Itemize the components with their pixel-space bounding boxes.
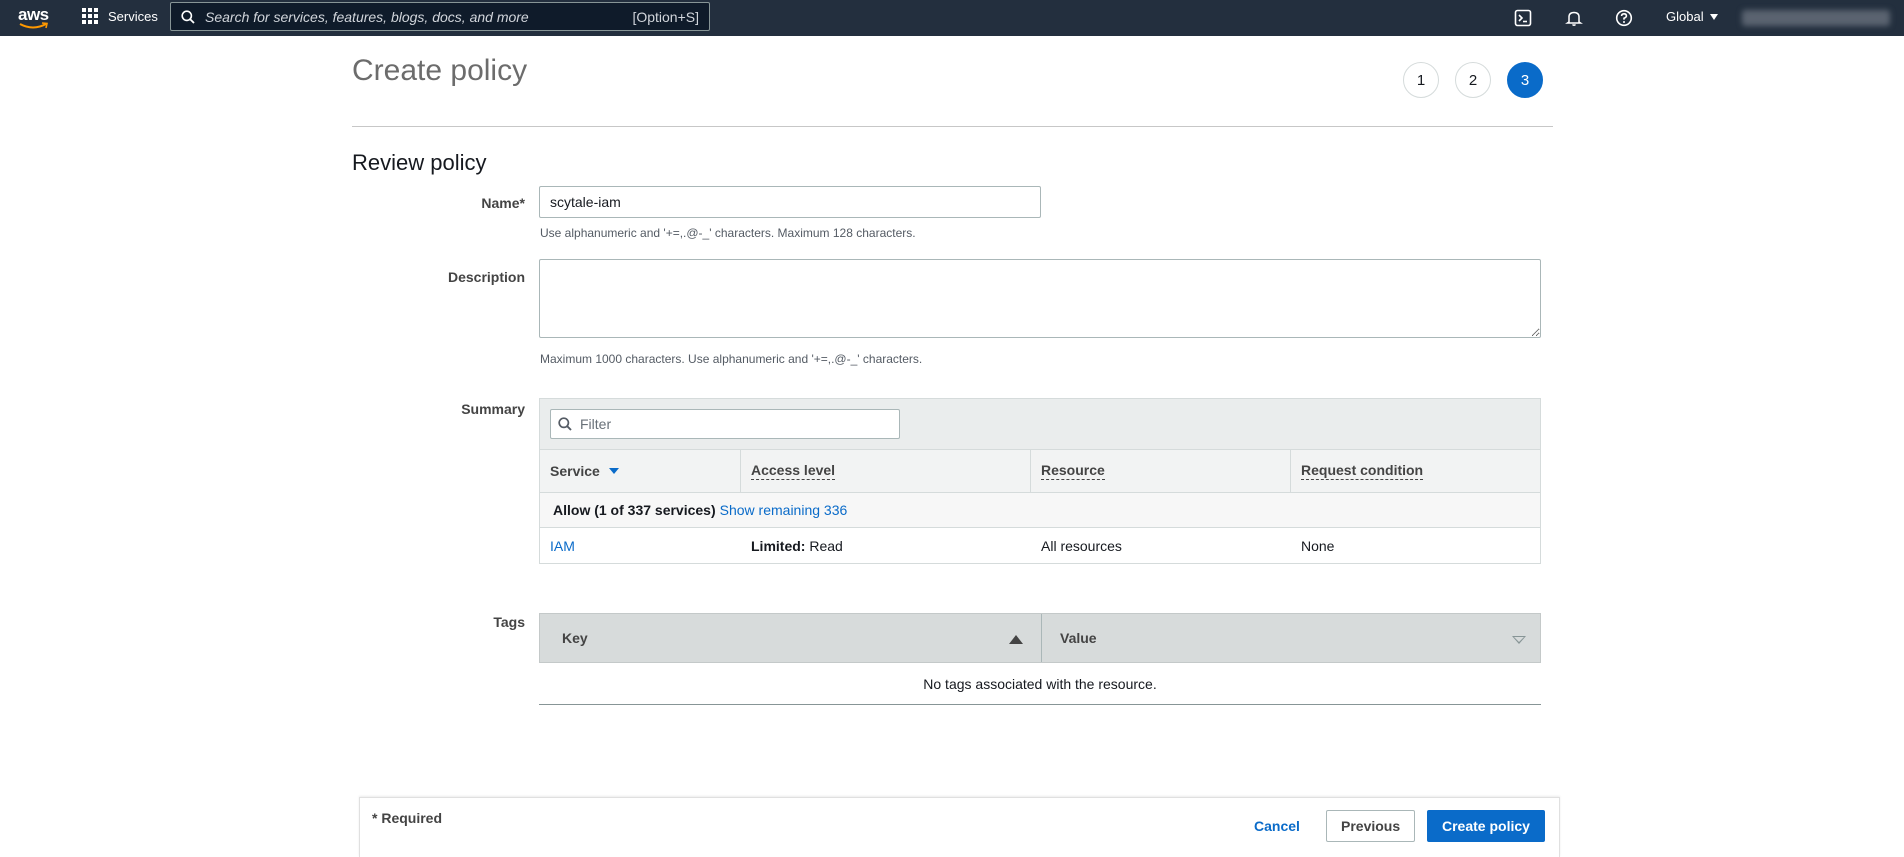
description-label: Description (447, 269, 525, 285)
condition-cell: None (1301, 537, 1335, 554)
column-request-condition[interactable]: Request condition (1291, 450, 1540, 492)
region-selector[interactable]: Global (1666, 9, 1718, 24)
name-label: Name* (481, 195, 525, 211)
wizard-footer: * Required Cancel Previous Create policy (359, 797, 1560, 857)
create-policy-button[interactable]: Create policy (1427, 810, 1545, 842)
tags-label: Tags (493, 614, 525, 630)
policy-description-input[interactable] (539, 259, 1541, 338)
summary-filter-box[interactable] (550, 409, 900, 439)
column-resource-label: Resource (1041, 462, 1105, 480)
step-3-active: 3 (1507, 62, 1543, 98)
column-access-level-label: Access level (751, 462, 836, 480)
account-menu-blurred[interactable] (1742, 10, 1890, 26)
column-key[interactable]: Key (540, 614, 1042, 662)
summary-filter-input[interactable] (578, 415, 899, 433)
column-service[interactable]: Service (540, 450, 741, 492)
summary-toolbar (540, 399, 1540, 450)
region-label: Global (1666, 9, 1704, 24)
column-request-condition-label: Request condition (1301, 462, 1424, 480)
show-remaining-link[interactable]: Show remaining 336 (720, 502, 848, 518)
section-title: Review policy (352, 150, 487, 175)
tags-table-header: Key Value (539, 613, 1541, 663)
cloudshell-icon[interactable] (1512, 7, 1534, 29)
allow-group-row: Allow (1 of 337 services) Show remaining… (540, 493, 1540, 528)
sort-ascending-icon (1009, 635, 1023, 644)
bell-icon[interactable] (1563, 7, 1585, 29)
column-access-level[interactable]: Access level (741, 450, 1031, 492)
service-link-iam[interactable]: IAM (550, 538, 575, 554)
summary-table-header: Service Access level Resource Request co… (540, 450, 1540, 493)
column-value-label: Value (1060, 630, 1097, 646)
column-value[interactable]: Value (1042, 614, 1540, 662)
top-navigation-bar: aws Services [Option+S] (0, 0, 1904, 36)
resource-cell: All resources (1041, 537, 1122, 554)
search-icon (558, 417, 572, 431)
policy-name-input[interactable] (539, 186, 1041, 218)
cancel-button[interactable]: Cancel (1240, 810, 1314, 842)
required-note: * Required (372, 810, 443, 826)
step-2[interactable]: 2 (1455, 62, 1491, 98)
description-hint: Maximum 1000 characters. Use alphanumeri… (540, 352, 923, 366)
global-search-input[interactable] (195, 7, 633, 26)
global-search-box[interactable]: [Option+S] (170, 2, 710, 31)
services-grid-icon (82, 8, 98, 24)
sort-descending-icon (608, 468, 619, 474)
search-icon (181, 9, 195, 24)
previous-button[interactable]: Previous (1326, 810, 1416, 842)
tags-empty-message: No tags associated with the resource. (539, 663, 1541, 705)
help-icon[interactable] (1613, 7, 1635, 29)
access-level-prefix: Limited: (751, 537, 806, 554)
table-row: IAM Limited: Read All resources None (540, 528, 1540, 563)
wizard-steps: 1 2 3 (1403, 62, 1543, 98)
summary-label: Summary (461, 401, 525, 417)
search-shortcut-hint: [Option+S] (632, 8, 699, 25)
allow-group-label: Allow (1 of 337 services) (553, 502, 716, 518)
tags-table: Key Value No tags associated with the re… (539, 613, 1541, 705)
aws-logo[interactable]: aws (17, 5, 51, 31)
step-1[interactable]: 1 (1403, 62, 1439, 98)
page-title: Create policy (352, 54, 528, 87)
sort-descending-outline-icon (1512, 636, 1526, 644)
policy-summary-table: Service Access level Resource Request co… (539, 398, 1541, 564)
services-label: Services (108, 8, 158, 24)
header-divider (352, 126, 1553, 127)
name-hint: Use alphanumeric and '+=,.@-_' character… (540, 226, 916, 240)
services-menu-button[interactable]: Services (82, 8, 158, 24)
column-service-label: Service (550, 463, 600, 479)
column-resource[interactable]: Resource (1031, 450, 1291, 492)
caret-down-icon (1709, 13, 1718, 20)
access-level-value: Read (805, 537, 843, 554)
column-key-label: Key (562, 630, 588, 646)
aws-smile-icon (19, 22, 48, 29)
